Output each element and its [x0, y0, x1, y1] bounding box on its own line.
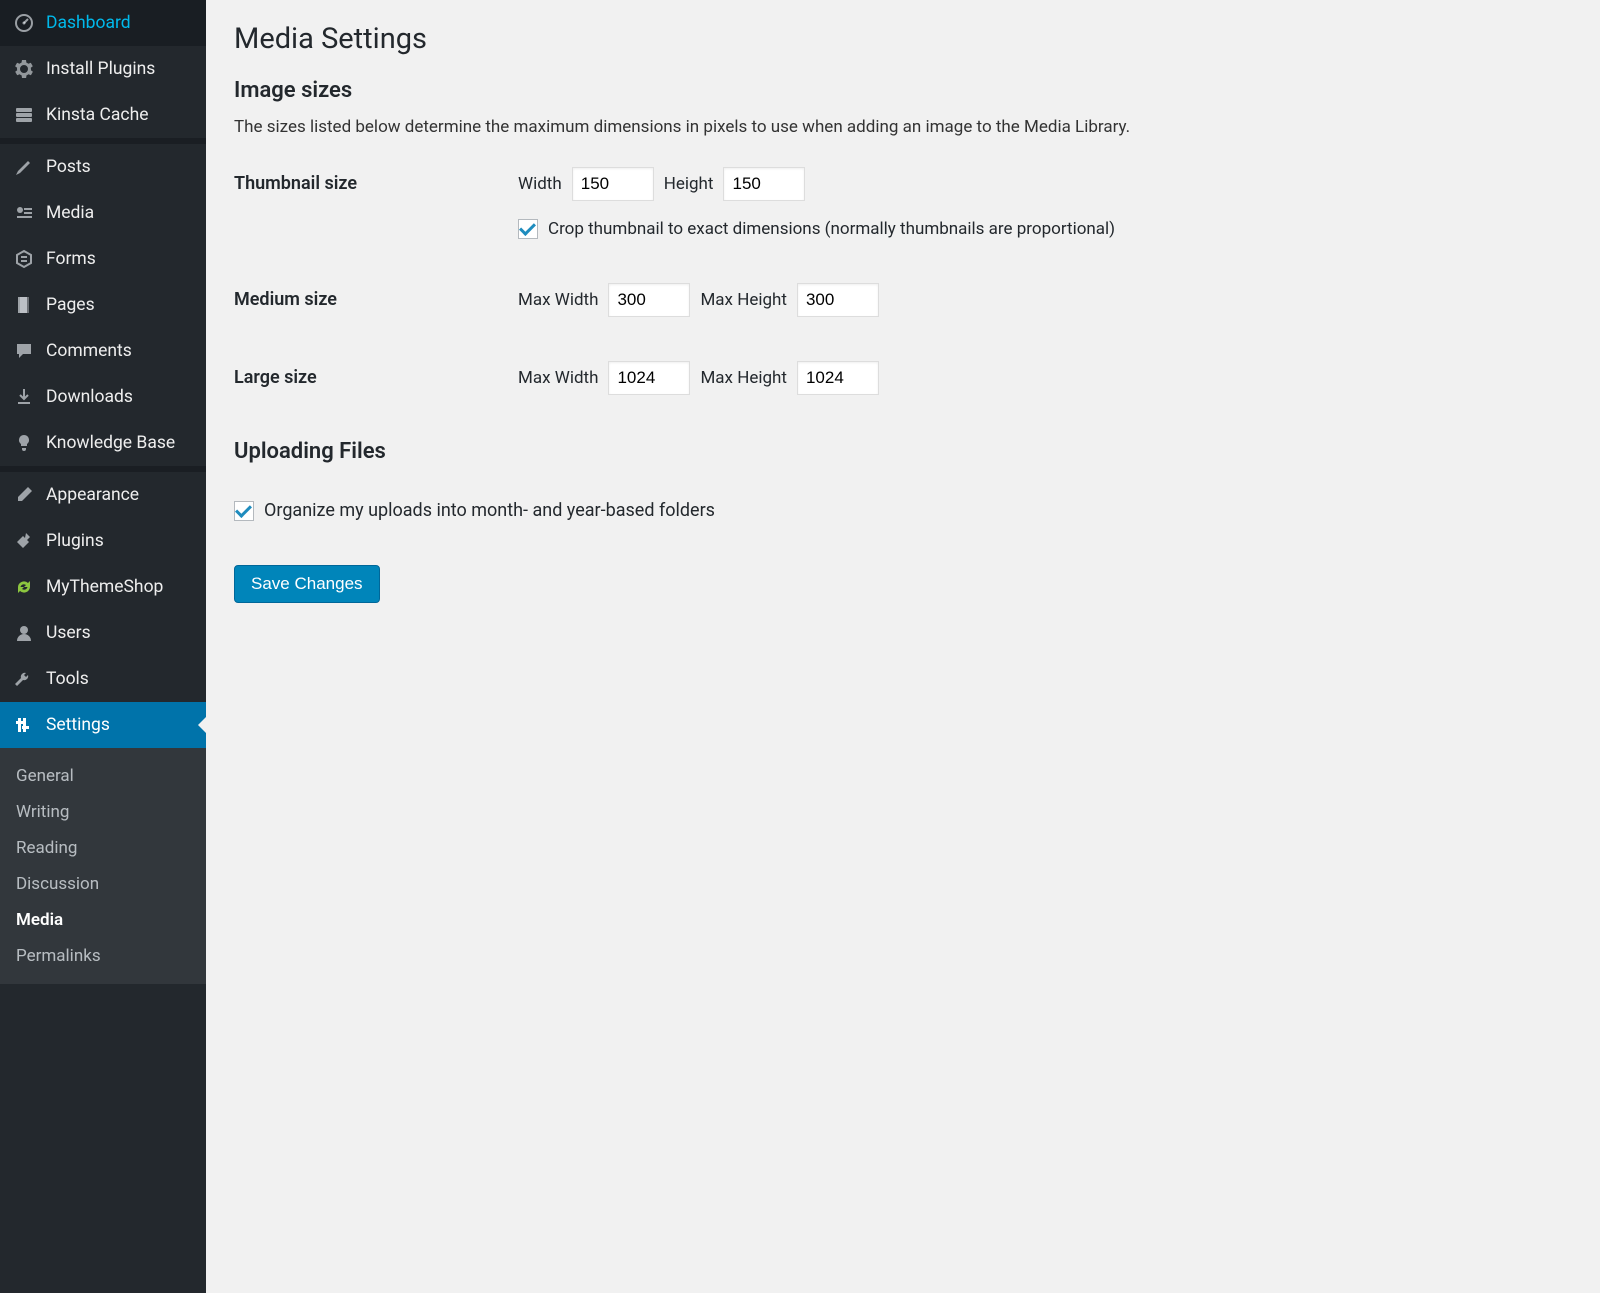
large-width-input[interactable]	[608, 361, 690, 395]
medium-height-label: Max Height	[700, 290, 787, 310]
sidebar-item-label: Users	[46, 623, 91, 643]
sidebar-item-dashboard[interactable]: Dashboard	[0, 0, 206, 46]
sidebar-item-kinsta-cache[interactable]: Kinsta Cache	[0, 92, 206, 138]
submenu-item-permalinks[interactable]: Permalinks	[0, 938, 206, 974]
sidebar-item-appearance[interactable]: Appearance	[0, 472, 206, 518]
settings-submenu: GeneralWritingReadingDiscussionMediaPerm…	[0, 748, 206, 984]
submenu-item-reading[interactable]: Reading	[0, 830, 206, 866]
sidebar-item-label: Pages	[46, 295, 95, 315]
sliders-icon	[12, 713, 36, 737]
submenu-item-writing[interactable]: Writing	[0, 794, 206, 830]
refresh-icon	[12, 575, 36, 599]
sidebar-item-label: Tools	[46, 669, 89, 689]
submenu-item-discussion[interactable]: Discussion	[0, 866, 206, 902]
gear-icon	[12, 57, 36, 81]
uploading-files-heading: Uploading Files	[234, 439, 1572, 464]
submenu-item-general[interactable]: General	[0, 758, 206, 794]
sidebar-item-label: Forms	[46, 249, 96, 269]
sidebar-item-label: Comments	[46, 341, 132, 361]
sidebar-item-pages[interactable]: Pages	[0, 282, 206, 328]
sidebar-item-comments[interactable]: Comments	[0, 328, 206, 374]
large-label: Large size	[234, 361, 518, 388]
plug-icon	[12, 529, 36, 553]
sidebar-item-downloads[interactable]: Downloads	[0, 374, 206, 420]
pin-icon	[12, 155, 36, 179]
large-height-input[interactable]	[797, 361, 879, 395]
medium-width-input[interactable]	[608, 283, 690, 317]
sidebar-item-plugins[interactable]: Plugins	[0, 518, 206, 564]
sidebar-item-label: Knowledge Base	[46, 433, 175, 453]
wrench-icon	[12, 667, 36, 691]
sidebar-item-forms[interactable]: Forms	[0, 236, 206, 282]
sidebar-item-label: Downloads	[46, 387, 133, 407]
save-changes-button[interactable]: Save Changes	[234, 565, 380, 603]
large-width-label: Max Width	[518, 368, 598, 388]
medium-height-input[interactable]	[797, 283, 879, 317]
sidebar-item-knowledge-base[interactable]: Knowledge Base	[0, 420, 206, 466]
sidebar-item-label: Settings	[46, 715, 110, 735]
dashboard-icon	[12, 11, 36, 35]
sidebar-item-label: Kinsta Cache	[46, 105, 149, 125]
image-sizes-heading: Image sizes	[234, 78, 1572, 103]
sidebar-item-media[interactable]: Media	[0, 190, 206, 236]
medium-width-label: Max Width	[518, 290, 598, 310]
thumbnail-width-label: Width	[518, 174, 562, 194]
download-icon	[12, 385, 36, 409]
thumbnail-crop-checkbox[interactable]	[518, 219, 538, 239]
organize-uploads-label: Organize my uploads into month- and year…	[264, 500, 715, 521]
sidebar-item-install-plugins[interactable]: Install Plugins	[0, 46, 206, 92]
media-icon	[12, 201, 36, 225]
submenu-item-media[interactable]: Media	[0, 902, 206, 938]
page-title: Media Settings	[234, 22, 1572, 56]
large-height-label: Max Height	[700, 368, 787, 388]
admin-sidebar: Dashboard Install Plugins Kinsta Cache Post…	[0, 0, 206, 1293]
user-icon	[12, 621, 36, 645]
forms-icon	[12, 247, 36, 271]
sidebar-item-label: Install Plugins	[46, 59, 155, 79]
sidebar-item-mythemeshop[interactable]: MyThemeShop	[0, 564, 206, 610]
thumbnail-crop-label: Crop thumbnail to exact dimensions (norm…	[548, 219, 1115, 239]
sidebar-item-tools[interactable]: Tools	[0, 656, 206, 702]
large-row: Large size Max Width Max Height	[234, 361, 1572, 395]
medium-label: Medium size	[234, 283, 518, 310]
comment-icon	[12, 339, 36, 363]
thumbnail-width-input[interactable]	[572, 167, 654, 201]
sidebar-item-label: Appearance	[46, 485, 139, 505]
thumbnail-height-label: Height	[664, 174, 714, 194]
thumbnail-row: Thumbnail size Width Height Crop thumbna…	[234, 167, 1572, 239]
bulb-icon	[12, 431, 36, 455]
sidebar-item-settings[interactable]: Settings	[0, 702, 206, 748]
sidebar-item-label: Plugins	[46, 531, 104, 551]
sidebar-item-label: Posts	[46, 157, 91, 177]
organize-uploads-checkbox[interactable]	[234, 501, 254, 521]
image-sizes-desc: The sizes listed below determine the max…	[234, 117, 1572, 137]
medium-row: Medium size Max Width Max Height	[234, 283, 1572, 317]
content-area: Media Settings Image sizes The sizes lis…	[206, 0, 1600, 1293]
brush-icon	[12, 483, 36, 507]
sidebar-item-label: Media	[46, 203, 94, 223]
thumbnail-label: Thumbnail size	[234, 167, 518, 194]
sidebar-item-users[interactable]: Users	[0, 610, 206, 656]
sidebar-item-posts[interactable]: Posts	[0, 144, 206, 190]
thumbnail-height-input[interactable]	[723, 167, 805, 201]
page-icon	[12, 293, 36, 317]
sidebar-item-label: Dashboard	[46, 13, 131, 33]
sidebar-item-label: MyThemeShop	[46, 577, 163, 597]
server-icon	[12, 103, 36, 127]
